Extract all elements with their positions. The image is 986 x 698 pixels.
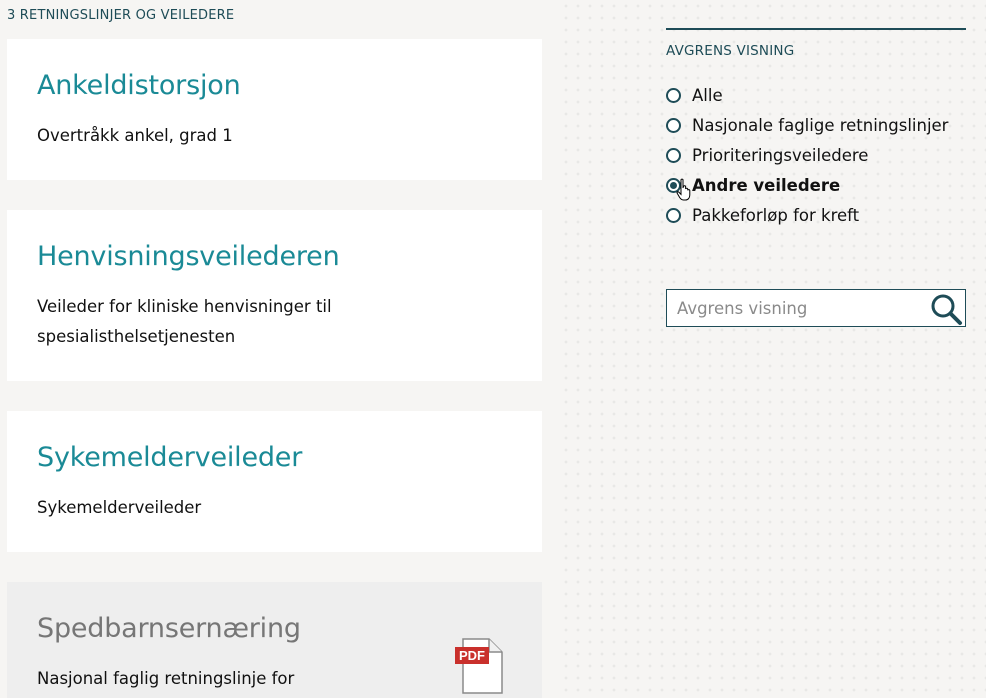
radio-button[interactable] (666, 117, 681, 133)
card-description: Veileder for kliniske henvisninger til s… (37, 297, 332, 346)
filter-heading: AVGRENS VISNING (666, 43, 795, 59)
pdf-badge-label: PDF (459, 648, 485, 663)
result-card-ankeldistorsjon[interactable]: Ankeldistorsjon Overtråkk ankel, grad 1 (7, 39, 542, 180)
card-description: Sykemelderveileder (37, 498, 202, 517)
radio-button[interactable] (666, 207, 681, 223)
card-description: Nasjonal faglig retningslinje for (37, 669, 295, 688)
radio-button[interactable] (666, 147, 681, 163)
search-icon (931, 294, 962, 325)
dotted-background (560, 0, 986, 698)
card-title[interactable]: Ankeldistorsjon (37, 70, 241, 101)
filter-option-label[interactable]: Nasjonale faglige retningslinjer (692, 116, 948, 135)
card-description: Overtråkk ankel, grad 1 (37, 126, 233, 145)
filter-option-pakkeforlop[interactable]: Pakkeforløp for kreft (666, 203, 859, 227)
hand-cursor-icon (676, 178, 694, 202)
filter-search-box[interactable] (666, 289, 966, 327)
filter-search-input[interactable] (667, 290, 937, 326)
card-title[interactable]: Henvisningsveilederen (37, 241, 340, 272)
filter-option-label[interactable]: Andre veiledere (692, 176, 840, 195)
filter-option-nasjonale[interactable]: Nasjonale faglige retningslinjer (666, 113, 948, 137)
filter-option-label[interactable]: Alle (692, 86, 723, 105)
radio-button[interactable] (666, 87, 681, 103)
card-title[interactable]: Spedbarnsernæring (37, 613, 301, 644)
results-count: 3 RETNINGSLINJER OG VEILEDERE (7, 8, 235, 23)
result-card-sykemelderveileder[interactable]: Sykemelderveileder Sykemelderveileder (7, 411, 542, 552)
card-title[interactable]: Sykemelderveileder (37, 442, 302, 473)
filter-panel: AVGRENS VISNING Alle Nasjonale faglige r… (666, 28, 966, 225)
filter-option-label[interactable]: Pakkeforløp for kreft (692, 206, 859, 225)
search-button[interactable] (929, 292, 963, 326)
result-card-spedbarnsernaering[interactable]: Spedbarnsernæring Nasjonal faglig retnin… (7, 582, 542, 698)
filter-option-prioriteringsveiledere[interactable]: Prioriteringsveiledere (666, 143, 868, 167)
filter-option-label[interactable]: Prioriteringsveiledere (692, 146, 868, 165)
filter-option-alle[interactable]: Alle (666, 83, 723, 107)
result-card-henvisningsveilederen[interactable]: Henvisningsveilederen Veileder for klini… (7, 210, 542, 381)
pdf-icon[interactable]: PDF (455, 638, 503, 694)
